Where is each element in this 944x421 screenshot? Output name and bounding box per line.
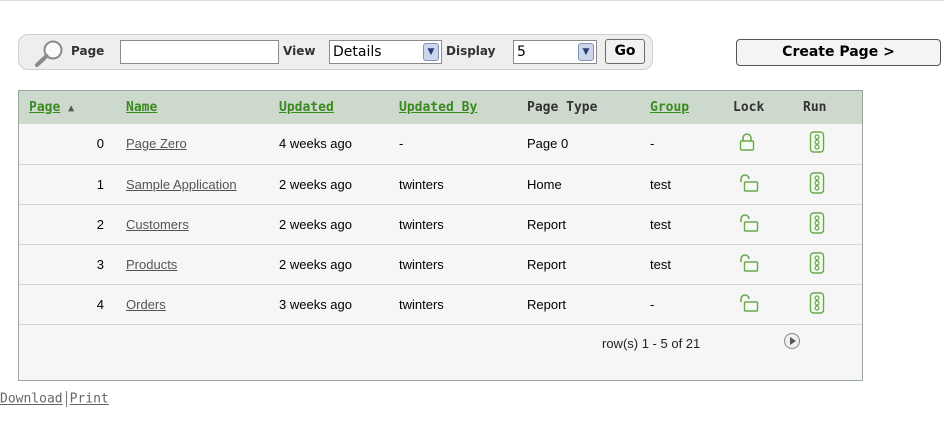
page-number-cell: 1 [96,176,104,192]
column-header-updated[interactable]: Updated [269,91,389,124]
run-cell [793,284,862,324]
updated-cell: 2 weeks ago [279,216,352,232]
report-links: Download Print [0,391,109,407]
group-cell: test [650,216,671,232]
pages-report: Page ▲ Name Updated Updated By Page Type… [18,90,863,381]
group-cell: test [650,176,671,192]
run-cell [793,204,862,244]
run-cell [793,244,862,284]
page-search-label: Page [71,44,105,58]
sort-ascending-icon: ▲ [68,103,75,114]
column-header-page[interactable]: Page ▲ [19,91,116,124]
updated-by-cell: twinters [399,296,444,312]
chevron-down-icon: ▼ [423,43,439,61]
view-select-value: Details [333,44,382,60]
locked-icon[interactable] [739,133,755,151]
column-header-page-type: Page Type [527,100,598,115]
run-icon[interactable] [809,291,825,314]
page-number-cell: 0 [96,136,104,152]
run-icon[interactable] [809,211,825,234]
lock-cell [723,164,793,204]
column-header-name[interactable]: Name [116,91,269,124]
pagination-text: row(s) 1 - 5 of 21 [602,336,701,351]
column-header-group[interactable]: Group [640,91,723,124]
page-type-cell: Report [527,256,567,272]
view-select[interactable]: Details ▼ [329,40,442,64]
page-type-cell: Page 0 [527,136,569,152]
search-icon [35,40,63,67]
table-row: 3 Products 2 weeks ago twinters Report t… [19,244,862,284]
updated-by-cell: twinters [399,216,444,232]
name-cell: Orders [116,284,269,324]
name-cell: Products [116,244,269,284]
column-header-lock: Lock [733,100,765,115]
page-name-link[interactable]: Sample Application [126,177,237,192]
pages-table: Page ▲ Name Updated Updated By Page Type… [19,91,862,325]
page-number-cell: 4 [96,296,104,312]
table-row: 1 Sample Application 2 weeks ago twinter… [19,164,862,204]
table-row: 0 Page Zero 4 weeks ago - Page 0 - [19,124,862,164]
page-name-link[interactable]: Customers [126,217,189,232]
page-name-link[interactable]: Orders [126,297,166,312]
create-page-button[interactable]: Create Page > [736,39,941,66]
run-cell [793,124,862,164]
updated-by-cell: twinters [399,176,444,192]
table-header-row: Page ▲ Name Updated Updated By Page Type… [19,91,862,124]
search-toolbar: Page View Details ▼ Display 5 ▼ Go [18,34,653,70]
run-icon[interactable] [809,131,825,153]
next-page-icon[interactable] [784,333,800,349]
search-input[interactable] [120,40,279,64]
page-number-cell: 3 [96,256,104,272]
updated-cell: 3 weeks ago [279,296,352,312]
run-icon[interactable] [809,251,825,274]
name-cell: Sample Application [116,164,269,204]
column-header-run: Run [803,100,827,115]
page-number-cell: 2 [96,216,104,232]
table-row: 4 Orders 3 weeks ago twinters Report - [19,284,862,324]
unlocked-icon[interactable] [739,173,759,192]
page-name-link[interactable]: Page Zero [126,136,187,151]
unlocked-icon[interactable] [739,253,759,272]
lock-cell [723,244,793,284]
updated-cell: 2 weeks ago [279,256,352,272]
unlocked-icon[interactable] [739,293,759,312]
group-cell: - [650,136,655,152]
go-button[interactable]: Go [605,39,645,64]
column-header-updated-by[interactable]: Updated By [389,91,517,124]
page-name-link[interactable]: Products [126,257,177,272]
page-type-cell: Home [527,176,562,192]
page-type-cell: Report [527,216,567,232]
unlocked-icon[interactable] [739,213,759,232]
print-link[interactable]: Print [70,392,109,407]
report-footer: row(s) 1 - 5 of 21 [19,326,862,360]
updated-cell: 2 weeks ago [279,176,352,192]
display-select[interactable]: 5 ▼ [513,40,597,64]
download-link[interactable]: Download [0,392,63,407]
display-select-value: 5 [517,44,526,60]
chevron-down-icon: ▼ [578,43,594,61]
run-cell [793,164,862,204]
link-separator [65,391,67,407]
updated-cell: 4 weeks ago [279,136,352,152]
run-icon[interactable] [809,171,825,194]
lock-cell [723,204,793,244]
lock-cell [723,284,793,324]
group-cell: test [650,256,671,272]
updated-by-cell: - [399,136,404,152]
display-label: Display [446,44,496,58]
lock-cell [723,124,793,164]
updated-by-cell: twinters [399,256,444,272]
top-divider [0,0,944,1]
group-cell: - [650,296,655,312]
name-cell: Customers [116,204,269,244]
page-type-cell: Report [527,296,567,312]
name-cell: Page Zero [116,124,269,164]
table-row: 2 Customers 2 weeks ago twinters Report … [19,204,862,244]
view-label: View [283,44,316,58]
